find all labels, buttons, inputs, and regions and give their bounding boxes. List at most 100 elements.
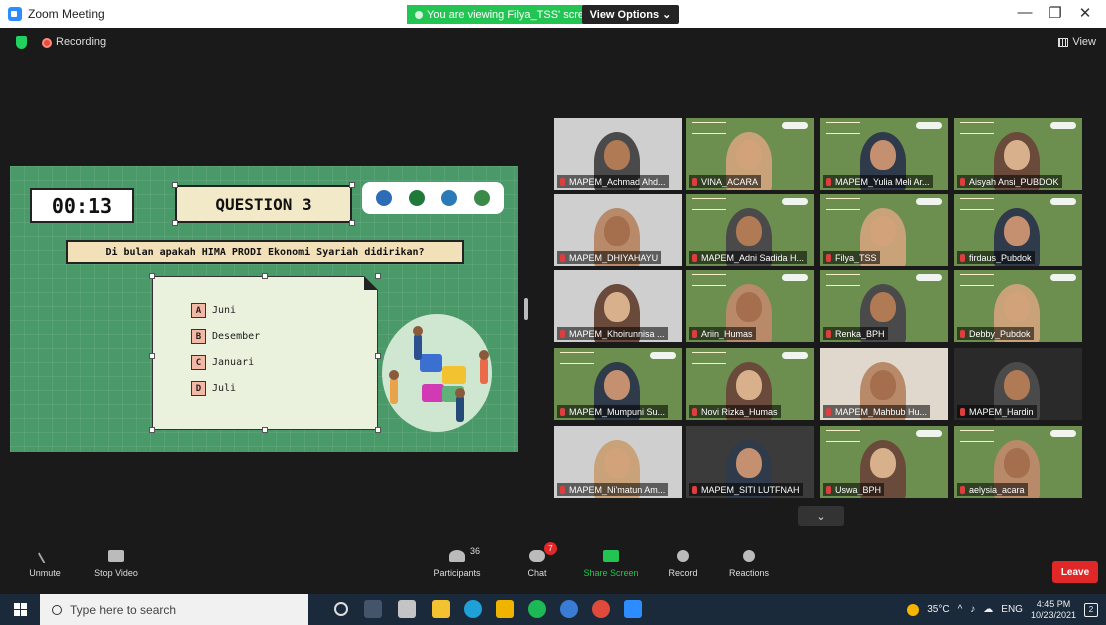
participant-name: MAPEM_SITI LUTFNAH <box>689 483 803 496</box>
participant-name-text: VINA_ACARA <box>701 176 759 187</box>
participant-face <box>736 292 762 322</box>
background-logo <box>782 274 808 281</box>
participant-tile[interactable]: MAPEM_Achmad Ahd... <box>554 118 682 190</box>
window-title: Zoom Meeting <box>28 7 105 21</box>
option-letter: A <box>191 303 206 318</box>
view-options-button[interactable]: View Options ⌄ <box>582 5 679 24</box>
participant-tile[interactable]: aelysia_acara <box>954 426 1082 498</box>
microphone-muted-icon <box>560 329 565 338</box>
share-screen-icon <box>603 550 619 562</box>
task-view-icon[interactable] <box>364 600 382 618</box>
participant-face <box>604 140 630 170</box>
participant-name-text: MAPEM_Hardin <box>969 406 1034 417</box>
illustration-person <box>455 388 465 422</box>
participant-tile[interactable]: MAPEM_Adni Sadida H... <box>686 194 814 266</box>
hima-logo <box>441 190 458 206</box>
participant-name: MAPEM_DHIYAHAYU <box>557 251 662 264</box>
participant-name-text: MAPEM_DHIYAHAYU <box>569 252 659 263</box>
view-button[interactable]: View <box>1058 36 1096 48</box>
participants-button[interactable]: 36 Participants <box>422 546 492 578</box>
participant-tile[interactable]: firdaus_Pubdok <box>954 194 1082 266</box>
shield-icon[interactable] <box>16 36 27 49</box>
meeting-area: Recording View 00:13 QUESTION 3 Di bulan… <box>0 28 1106 568</box>
edge-icon[interactable] <box>464 600 482 618</box>
screen-share-text: You are viewing Filya_TSS' screen <box>427 8 597 21</box>
participant-name: Novi Rizka_Humas <box>689 405 781 418</box>
participant-face <box>736 216 762 246</box>
participant-tile[interactable]: Ariin_Humas <box>686 270 814 342</box>
resize-handle <box>375 273 381 279</box>
participant-tile[interactable]: VINA_ACARA <box>686 118 814 190</box>
participant-tile[interactable]: Uswa_BPH <box>820 426 948 498</box>
record-icon <box>677 550 689 562</box>
microphone-muted-icon <box>960 329 965 338</box>
participant-name: Uswa_BPH <box>823 483 885 496</box>
chevron-up-icon[interactable]: ^ <box>958 604 963 615</box>
participant-tile[interactable]: MAPEM_Mahbub Hu... <box>820 348 948 420</box>
participant-tile[interactable]: Filya_TSS <box>820 194 948 266</box>
restore-button[interactable]: ❐ <box>1040 4 1070 22</box>
participant-tile[interactable]: MAPEM_DHIYAHAYU <box>554 194 682 266</box>
background-logo <box>1050 198 1076 205</box>
participant-tile[interactable]: MAPEM_Ni'matun Am... <box>554 426 682 498</box>
notifications-icon[interactable]: 2 <box>1084 602 1098 617</box>
recording-label: Recording <box>56 36 107 48</box>
system-tray: 35°C ^ ♪ ☁ ENG 4:45 PM 10/23/2021 2 <box>907 594 1106 625</box>
close-button[interactable]: ✕ <box>1070 4 1100 22</box>
store-icon[interactable] <box>398 600 416 618</box>
participant-tile[interactable]: MAPEM_Khoirunnisa ... <box>554 270 682 342</box>
sticky-notes-icon[interactable] <box>432 600 450 618</box>
cloud-icon[interactable]: ☁ <box>983 604 993 615</box>
language-indicator[interactable]: ENG <box>1001 604 1023 615</box>
participant-name-text: Debby_Pubdok <box>969 328 1031 339</box>
option-letter: D <box>191 381 206 396</box>
start-button[interactable] <box>0 594 40 625</box>
gallery-next-page-button[interactable]: ⌄ <box>798 506 844 526</box>
stop-video-button[interactable]: Stop Video <box>81 550 151 578</box>
share-screen-button[interactable]: Share Screen <box>576 550 646 578</box>
record-button[interactable]: Record <box>648 550 718 578</box>
participant-name-text: MAPEM_Adni Sadida H... <box>701 252 805 263</box>
split-view-divider[interactable] <box>524 298 528 320</box>
volume-icon[interactable]: ♪ <box>970 604 975 615</box>
file-explorer-icon[interactable] <box>496 600 514 618</box>
minimize-button[interactable]: — <box>1010 4 1040 21</box>
participant-tile[interactable]: Debby_Pubdok <box>954 270 1082 342</box>
option-text: Januari <box>212 357 255 368</box>
participant-name: MAPEM_Mahbub Hu... <box>823 405 931 418</box>
participant-tile[interactable]: Aisyah Ansi_PUBDOK <box>954 118 1082 190</box>
weather-icon[interactable] <box>907 603 920 616</box>
participant-tile[interactable]: MAPEM_Yulia Meli Ar... <box>820 118 948 190</box>
participant-tile[interactable]: Novi Rizka_Humas <box>686 348 814 420</box>
countdown-timer: 00:13 <box>30 188 134 223</box>
participant-face <box>870 448 896 478</box>
participant-face <box>736 370 762 400</box>
chat-button[interactable]: 7 Chat <box>502 542 572 578</box>
unmute-button[interactable]: Unmute <box>10 548 80 578</box>
chrome-icon[interactable] <box>592 600 610 618</box>
reactions-button[interactable]: Reactions <box>714 550 784 578</box>
cortana-icon[interactable] <box>334 602 348 616</box>
participant-face <box>870 216 896 246</box>
taskbar-search[interactable]: Type here to search <box>40 594 308 625</box>
participant-tile[interactable]: Renka_BPH <box>820 270 948 342</box>
microphone-muted-icon <box>826 329 831 338</box>
resize-handle <box>375 353 381 359</box>
participant-name-text: MAPEM_Yulia Meli Ar... <box>835 176 930 187</box>
browser-icon[interactable] <box>560 600 578 618</box>
leave-button[interactable]: Leave <box>1052 561 1098 583</box>
clock[interactable]: 4:45 PM 10/23/2021 <box>1031 599 1076 621</box>
view-label: View <box>1072 36 1096 48</box>
participant-tile[interactable]: MAPEM_SITI LUTFNAH <box>686 426 814 498</box>
spotify-icon[interactable] <box>528 600 546 618</box>
microphone-muted-icon <box>960 253 965 262</box>
participant-name: MAPEM_Adni Sadida H... <box>689 251 808 264</box>
microphone-muted-icon <box>826 253 831 262</box>
participant-tile[interactable]: MAPEM_Hardin <box>954 348 1082 420</box>
answer-option: C Januari <box>191 355 254 370</box>
participant-name: MAPEM_Mumpuni Su... <box>557 405 669 418</box>
zoom-taskbar-icon[interactable] <box>624 600 642 618</box>
puzzle-piece <box>420 354 442 372</box>
participant-tile[interactable]: MAPEM_Mumpuni Su... <box>554 348 682 420</box>
participant-face <box>736 448 762 478</box>
